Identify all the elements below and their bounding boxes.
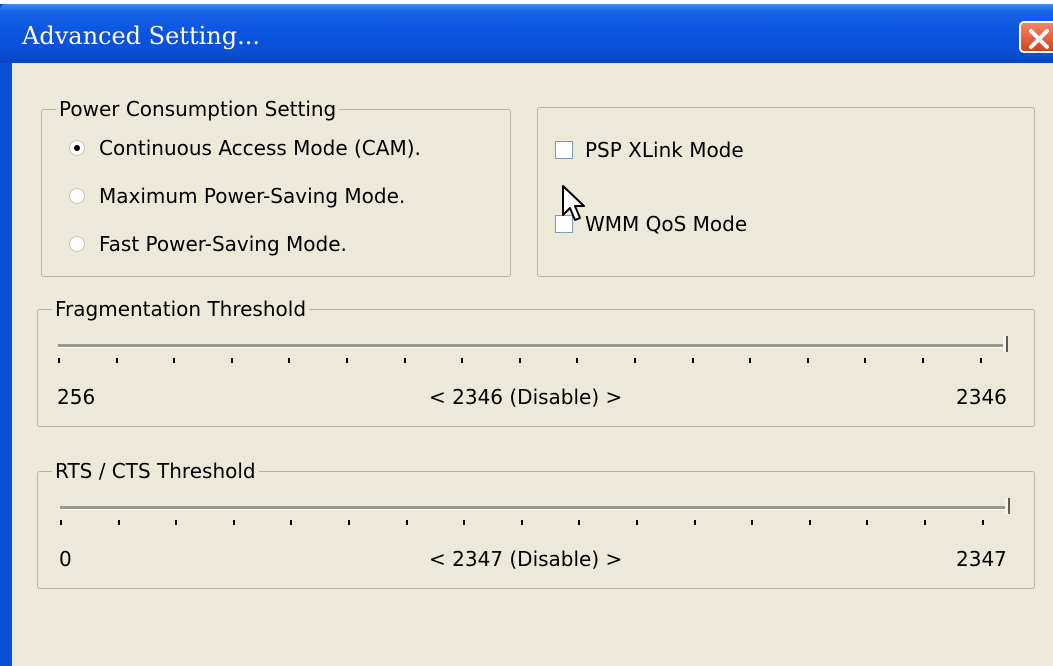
slider-tick (230, 358, 233, 363)
close-button[interactable] (1019, 21, 1053, 53)
slider-tick (173, 358, 176, 363)
slider-tick (461, 358, 464, 363)
slider-tick (749, 358, 752, 363)
slider-tick (751, 520, 754, 525)
power-consumption-legend: Power Consumption Setting (56, 97, 340, 121)
slider-tick (806, 358, 809, 363)
slider-tick (981, 520, 984, 525)
radio-fast-power-saving[interactable] (69, 236, 85, 252)
fragmentation-max-label: 2346 (956, 385, 1007, 409)
slider-tick (463, 520, 466, 525)
rts-cts-slider-track (60, 506, 1010, 510)
slider-tick (115, 358, 118, 363)
slider-tick (60, 520, 62, 525)
radio-cam-label: Continuous Access Mode (CAM). (99, 136, 421, 160)
rts-cts-min-label: 0 (59, 547, 72, 571)
slider-tick (866, 520, 869, 525)
fragmentation-threshold-group: Fragmentation Threshold 256 < 2346 (Disa… (37, 297, 1035, 427)
slider-tick (518, 358, 521, 363)
slider-tick (578, 520, 581, 525)
slider-tick (636, 520, 638, 525)
slider-tick (403, 358, 406, 363)
slider-tick (691, 358, 694, 363)
slider-tick (922, 358, 924, 363)
power-consumption-group: Power Consumption Setting Continuous Acc… (41, 97, 511, 277)
slider-tick (924, 520, 926, 525)
dialog-body: Power Consumption Setting Continuous Acc… (12, 63, 1053, 666)
radio-max-power-saving[interactable] (69, 188, 85, 204)
fragmentation-current-value: < 2346 (Disable) > (429, 385, 623, 409)
radio-cam-option[interactable]: Continuous Access Mode (CAM). (69, 136, 421, 160)
psp-xlink-checkbox[interactable] (555, 141, 573, 159)
slider-tick (634, 358, 636, 363)
slider-tick (117, 520, 120, 525)
fragmentation-threshold-legend: Fragmentation Threshold (52, 297, 310, 321)
rts-cts-slider[interactable] (60, 496, 1010, 526)
slider-tick (175, 520, 178, 525)
slider-tick (290, 520, 293, 525)
slider-tick (232, 520, 235, 525)
window-title: Advanced Setting... (22, 22, 260, 50)
slider-tick (58, 358, 60, 363)
slider-tick (288, 358, 291, 363)
close-icon (1029, 29, 1049, 49)
psp-xlink-label: PSP XLink Mode (585, 138, 744, 162)
slider-tick (348, 520, 350, 525)
fragmentation-slider-track (58, 344, 1008, 348)
slider-tick (520, 520, 523, 525)
wmm-qos-label: WMM QoS Mode (585, 212, 748, 236)
dialog-window: Advanced Setting... Power Consumption Se… (0, 4, 1053, 666)
title-bar[interactable]: Advanced Setting... (0, 4, 1053, 63)
slider-tick (979, 358, 982, 363)
slider-tick (808, 520, 811, 525)
radio-fast-power-saving-option[interactable]: Fast Power-Saving Mode. (69, 232, 347, 256)
rts-cts-slider-thumb[interactable] (1005, 498, 1010, 514)
radio-cam[interactable] (69, 140, 85, 156)
psp-xlink-option[interactable]: PSP XLink Mode (555, 138, 744, 162)
slider-tick (864, 358, 867, 363)
fragmentation-slider-thumb[interactable] (1003, 336, 1008, 352)
rts-cts-threshold-group: RTS / CTS Threshold 0 < 2347 (Disable) >… (37, 459, 1035, 589)
mouse-pointer-icon (562, 185, 585, 221)
slider-tick (346, 358, 348, 363)
rts-cts-threshold-legend: RTS / CTS Threshold (52, 459, 259, 483)
slider-tick (693, 520, 696, 525)
fragmentation-min-label: 256 (57, 385, 96, 409)
rts-cts-current-value: < 2347 (Disable) > (429, 547, 623, 571)
modes-group: PSP XLink Mode WMM QoS Mode (537, 107, 1035, 277)
radio-max-power-saving-label: Maximum Power-Saving Mode. (99, 184, 406, 208)
rts-cts-max-label: 2347 (956, 547, 1007, 571)
slider-tick (576, 358, 579, 363)
radio-fast-power-saving-label: Fast Power-Saving Mode. (99, 232, 347, 256)
fragmentation-slider[interactable] (58, 334, 1008, 364)
radio-max-power-saving-option[interactable]: Maximum Power-Saving Mode. (69, 184, 405, 208)
slider-tick (405, 520, 408, 525)
